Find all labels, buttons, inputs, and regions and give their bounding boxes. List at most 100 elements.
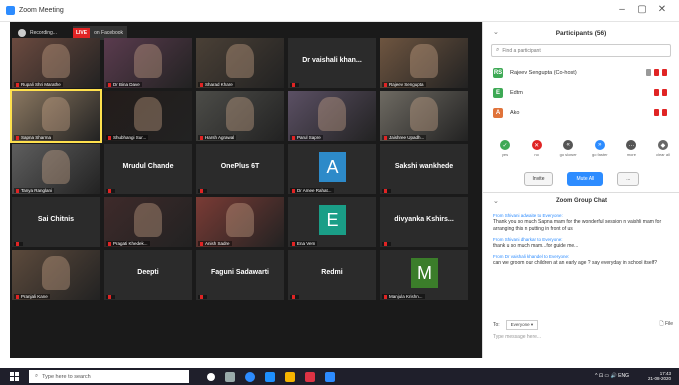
task-view-icon[interactable] bbox=[225, 371, 235, 382]
participant-tile[interactable]: Sapna Sharma bbox=[10, 89, 102, 143]
participant-tile[interactable]: E Ena Vem bbox=[288, 197, 376, 247]
muted-mic-icon bbox=[292, 188, 295, 193]
tray-status[interactable]: ^ ⊡ ▭ 🔊 ENG bbox=[595, 373, 629, 379]
muted-mic-icon bbox=[292, 295, 295, 299]
chat-messages: From Shivani adwaite to Everyone: Thank y… bbox=[493, 212, 673, 270]
feedback-icon: ✕ bbox=[531, 140, 542, 150]
maximize-button[interactable]: ▢ bbox=[632, 4, 652, 15]
chat-text: can we groom our children at an early ag… bbox=[493, 260, 657, 266]
participant-tile[interactable]: Pragati Khedek... bbox=[104, 197, 192, 247]
muted-mic-icon bbox=[108, 241, 111, 246]
participant-tile[interactable]: Sakshi wankhede bbox=[380, 144, 468, 194]
participant-label: Jaishree Upadh... bbox=[382, 135, 427, 140]
feedback-clear-all-button[interactable]: ◆ clear all bbox=[651, 140, 675, 157]
participant-tile[interactable]: Dr vaishali khan... bbox=[288, 38, 376, 88]
clock[interactable]: 17:43 21-08-2020 bbox=[648, 371, 671, 381]
muted-label bbox=[14, 242, 23, 246]
participant-row[interactable]: A Ako bbox=[483, 103, 679, 123]
participant-tile[interactable]: M Manjula Krishn... bbox=[380, 250, 468, 300]
recipient-select[interactable]: Everyone ▾ bbox=[505, 320, 539, 330]
collapse-chevron-icon[interactable]: ⌄ bbox=[493, 28, 499, 36]
zoom-taskbar-icon[interactable] bbox=[325, 371, 335, 382]
muted-mic-icon bbox=[200, 189, 203, 193]
feedback-more-button[interactable]: … more bbox=[619, 140, 643, 157]
participant-tile[interactable]: Mrudul Chande bbox=[104, 144, 192, 194]
windows-start-icon[interactable] bbox=[10, 372, 19, 381]
participant-tile[interactable]: divyanka Kshirs... bbox=[380, 197, 468, 247]
participant-video bbox=[42, 44, 70, 78]
participant-tile[interactable]: OnePlus 6T bbox=[196, 144, 284, 194]
participant-avatar: E bbox=[319, 205, 346, 235]
participant-tile[interactable]: Pranjali Kane bbox=[12, 250, 100, 300]
chat-collapse-chevron-icon[interactable]: ⌄ bbox=[493, 197, 499, 205]
muted-label bbox=[106, 189, 115, 193]
participant-tile[interactable]: Rupali Shri Marathe bbox=[12, 38, 100, 88]
participant-video bbox=[134, 203, 162, 237]
feedback-go-slower-button[interactable]: « go slower bbox=[556, 140, 580, 157]
file-explorer-icon[interactable] bbox=[285, 371, 295, 382]
feedback-go-faster-button[interactable]: » go faster bbox=[588, 140, 612, 157]
tray-icons: ^ ⊡ ▭ 🔊 bbox=[595, 373, 617, 379]
participant-name: Faguni Sadawarti bbox=[211, 269, 269, 276]
participant-avatar: A bbox=[319, 152, 346, 182]
participant-name: Sakshi wankhede bbox=[394, 163, 454, 170]
chat-header: ⌄ Zoom Group Chat bbox=[483, 192, 679, 208]
recording-indicator[interactable]: Recording... bbox=[18, 29, 57, 37]
participant-tile[interactable]: Shubhangi Sur... bbox=[104, 91, 192, 141]
media-app-icon[interactable] bbox=[305, 371, 315, 382]
more-button[interactable]: ... bbox=[617, 172, 640, 186]
chat-message: From Shivani adwaite to Everyone: Thank y… bbox=[493, 212, 673, 233]
chat-sender: From Dr vaishali khandel to Everyone: bbox=[493, 254, 570, 259]
participant-tile[interactable]: Harsh Agrawal bbox=[196, 91, 284, 141]
participant-name: Sapna Sharma bbox=[21, 135, 52, 140]
video-off-icon bbox=[662, 109, 667, 116]
feedback-no-button[interactable]: ✕ no bbox=[525, 140, 549, 157]
participant-avatar: A bbox=[493, 108, 503, 118]
participants-panel: ⌄ Participants (56) ⌕ Find a participant… bbox=[482, 22, 679, 358]
feedback-icon: ✓ bbox=[500, 140, 510, 150]
invite-button[interactable]: Invite bbox=[523, 172, 554, 186]
participant-search-input[interactable]: ⌕ Find a participant bbox=[491, 44, 671, 57]
minimize-button[interactable]: – bbox=[612, 4, 632, 15]
chrome-icon[interactable] bbox=[245, 371, 255, 382]
participant-tile[interactable]: Deepti bbox=[104, 250, 192, 300]
participant-tile[interactable]: Sharad Khare bbox=[196, 38, 284, 88]
participant-tile[interactable]: Dr Bina Dave bbox=[104, 38, 192, 88]
muted-mic-icon bbox=[108, 189, 111, 193]
edge-icon[interactable] bbox=[265, 371, 275, 382]
taskbar-search-input[interactable]: ⌕ Type here to search bbox=[29, 370, 189, 383]
participant-tile[interactable]: Rajeev Sengupta bbox=[380, 38, 468, 88]
participant-row[interactable]: RS Rajeev Sengupta (Co-host) bbox=[483, 63, 679, 83]
participant-avatar: M bbox=[411, 258, 438, 288]
participant-tile[interactable]: Sai Chitnis bbox=[12, 197, 100, 247]
participant-tile[interactable]: Jaishree Upadh... bbox=[380, 91, 468, 141]
cortana-icon[interactable] bbox=[207, 372, 215, 381]
close-button[interactable]: ✕ bbox=[652, 4, 672, 15]
muted-mic-icon bbox=[200, 295, 203, 299]
participant-row[interactable]: E Edtm bbox=[483, 83, 679, 103]
participant-tile[interactable]: Parul Sapre bbox=[288, 91, 376, 141]
participant-name: Sai Chitnis bbox=[37, 216, 75, 223]
search-icon: ⌕ bbox=[35, 373, 39, 379]
feedback-yes-button[interactable]: ✓ yes bbox=[493, 140, 517, 157]
participant-tile[interactable]: Anish Sadre bbox=[196, 197, 284, 247]
participant-name: Deepti bbox=[137, 269, 159, 276]
participant-label: Sharad Khare bbox=[198, 82, 235, 87]
language-indicator: ENG bbox=[618, 373, 629, 379]
participant-tile[interactable]: Faguni Sadawarti bbox=[196, 250, 284, 300]
muted-mic-icon bbox=[108, 135, 111, 140]
muted-label bbox=[198, 189, 207, 193]
participant-name: Rajeev Sengupta (Co-host) bbox=[510, 70, 577, 76]
participant-tile[interactable]: Redmi bbox=[288, 250, 376, 300]
participant-tile[interactable]: A Dr Amee Rahat... bbox=[288, 144, 376, 194]
file-button[interactable]: 🗋 File bbox=[660, 321, 673, 329]
mute-all-button[interactable]: Mute All bbox=[567, 172, 604, 186]
chat-message-input[interactable]: Type message here... bbox=[493, 334, 673, 340]
participant-name: Ako bbox=[510, 110, 520, 116]
participant-tile[interactable]: Tanya Ranglani bbox=[12, 144, 100, 194]
recording-text: Recording... bbox=[30, 30, 57, 36]
participant-video bbox=[42, 150, 70, 184]
muted-label bbox=[382, 189, 391, 193]
gallery-grid: Rupali Shri Marathe Dr Bina Dave Sharad Kh… bbox=[10, 38, 476, 318]
muted-mic-icon bbox=[292, 135, 295, 140]
